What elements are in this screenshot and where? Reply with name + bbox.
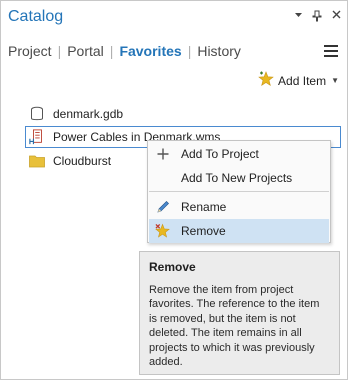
- menu-item-remove[interactable]: Remove: [149, 219, 329, 243]
- menu-item-label: Add To Project: [181, 147, 259, 161]
- tooltip: Remove Remove the item from project favo…: [139, 251, 340, 375]
- tree-item-cloudburst[interactable]: Cloudburst: [29, 150, 111, 172]
- menu-item-rename[interactable]: Rename: [149, 195, 329, 219]
- tab-favorites[interactable]: Favorites: [113, 43, 187, 59]
- tree-item-label: Cloudburst: [53, 154, 112, 168]
- pane-title-bar: Catalog: [1, 1, 347, 31]
- menu-item-label: Add To New Projects: [181, 171, 293, 185]
- remove-favorite-icon: [155, 223, 171, 239]
- tooltip-title: Remove: [149, 260, 196, 274]
- pane-window-controls: [293, 10, 341, 25]
- menu-item-add-to-new-projects[interactable]: Add To New Projects: [149, 166, 329, 190]
- pin-icon[interactable]: [312, 10, 322, 25]
- pencil-icon: [155, 199, 171, 215]
- add-item-button[interactable]: Add Item ▼: [258, 71, 339, 90]
- close-icon[interactable]: [331, 10, 341, 25]
- menu-divider: [149, 191, 329, 192]
- catalog-tabs: Project | Portal | Favorites | History: [8, 43, 247, 59]
- star-plus-icon: [258, 71, 274, 90]
- menu-item-label: Remove: [181, 224, 226, 238]
- tab-portal[interactable]: Portal: [61, 43, 110, 59]
- tooltip-body: Remove the item from project favorites. …: [149, 284, 320, 369]
- tree-item-denmark-gdb[interactable]: denmark.gdb: [29, 103, 123, 125]
- add-item-label: Add Item: [278, 73, 327, 88]
- menu-item-add-to-project[interactable]: Add To Project: [149, 142, 329, 166]
- wms-service-icon: [29, 129, 45, 145]
- tab-history[interactable]: History: [191, 43, 247, 59]
- tab-project[interactable]: Project: [8, 43, 58, 59]
- caret-down-icon: ▼: [331, 76, 339, 85]
- folder-icon: [29, 153, 45, 169]
- hamburger-menu-icon[interactable]: [324, 45, 338, 57]
- plus-icon: [155, 146, 171, 162]
- pane-title: Catalog: [8, 8, 64, 25]
- catalog-pane: Catalog Project | Portal | Favorites | H…: [0, 0, 348, 380]
- context-menu: Add To Project Add To New Projects Renam…: [147, 140, 331, 243]
- chevron-down-icon[interactable]: [293, 10, 303, 25]
- tree-item-label: denmark.gdb: [53, 107, 124, 121]
- menu-item-label: Rename: [181, 200, 227, 214]
- database-icon: [29, 106, 45, 122]
